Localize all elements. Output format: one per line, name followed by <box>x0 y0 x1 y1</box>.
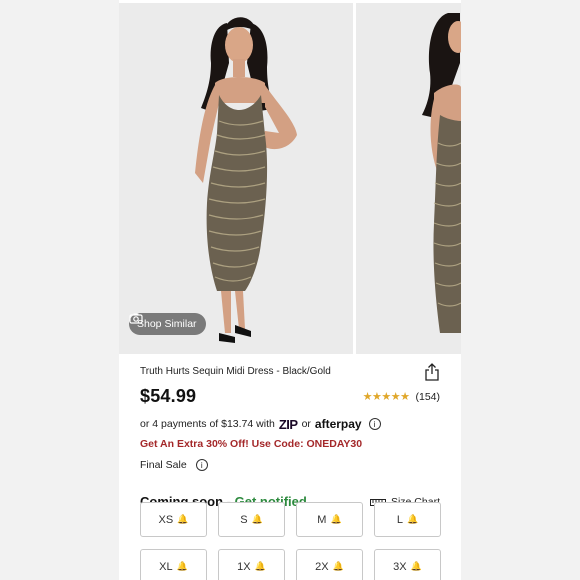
product-rating[interactable]: ★★★★★ (154) <box>362 390 440 404</box>
size-button-xs[interactable]: XS 🔔 <box>140 502 207 537</box>
model-illustration-2 <box>422 13 461 333</box>
final-sale-label: Final Sale <box>140 459 187 471</box>
size-label: L <box>396 513 403 526</box>
camera-icon <box>129 313 143 324</box>
bell-icon: 🔔 <box>406 514 419 524</box>
product-info: Truth Hurts Sequin Midi Dress - Black/Go… <box>119 354 461 510</box>
image-gallery[interactable]: Shop Similar <box>119 3 461 354</box>
bell-icon: 🔔 <box>332 561 344 571</box>
final-sale-info-icon[interactable]: i <box>195 459 208 471</box>
size-label: M <box>317 513 327 526</box>
shop-similar-button[interactable]: Shop Similar <box>129 313 206 335</box>
bell-icon: 🔔 <box>251 514 263 524</box>
size-button-l[interactable]: L 🔔 <box>374 502 441 537</box>
installments-text: or 4 payments of $13.74 with <box>140 418 275 430</box>
bell-icon: 🔔 <box>254 561 266 571</box>
size-button-3x[interactable]: 3X 🔔 <box>374 549 441 580</box>
product-price: $54.99 <box>140 386 197 406</box>
bell-icon: 🔔 <box>176 561 188 571</box>
bell-icon: 🔔 <box>410 561 422 571</box>
bell-icon: 🔔 <box>177 514 189 524</box>
share-icon[interactable] <box>424 363 440 381</box>
product-page: Shop Similar Truth Hurts Sequin Midi Dre… <box>119 0 461 580</box>
size-label: 1X <box>237 560 251 573</box>
size-selector: XS 🔔 S 🔔 M 🔔 L 🔔 XL 🔔 1X 🔔 2X 🔔 3X 🔔 <box>140 502 441 580</box>
afterpay-logo: afterpay <box>314 417 362 431</box>
size-label: XL <box>159 560 173 573</box>
size-label: 3X <box>393 560 407 573</box>
info-icon[interactable]: i <box>368 418 381 430</box>
zip-logo: ZIP <box>278 416 298 432</box>
bell-icon: 🔔 <box>330 514 342 524</box>
model-illustration <box>195 17 297 343</box>
installments-row: or 4 payments of $13.74 with ZIP or afte… <box>140 416 440 432</box>
size-button-xl[interactable]: XL 🔔 <box>140 549 207 580</box>
star-rating-icon: ★★★★★ <box>362 391 410 403</box>
promo-text: Get An Extra 30% Off! Use Code: ONEDAY30 <box>140 438 363 450</box>
size-button-1x[interactable]: 1X 🔔 <box>218 549 285 580</box>
size-label: XS <box>158 513 174 526</box>
size-label: 2X <box>315 560 329 573</box>
shop-similar-label: Shop Similar <box>137 318 197 330</box>
review-count: (154) <box>415 390 440 403</box>
installments-or: or <box>301 418 311 430</box>
product-photo-main[interactable]: Shop Similar <box>119 3 353 354</box>
size-button-s[interactable]: S 🔔 <box>218 502 285 537</box>
size-button-2x[interactable]: 2X 🔔 <box>296 549 363 580</box>
final-sale-row: Final Sale i <box>140 458 440 472</box>
product-title: Truth Hurts Sequin Midi Dress - Black/Go… <box>140 366 331 377</box>
size-button-m[interactable]: M 🔔 <box>296 502 363 537</box>
size-label: S <box>240 513 248 526</box>
product-photo-next[interactable] <box>356 3 461 354</box>
